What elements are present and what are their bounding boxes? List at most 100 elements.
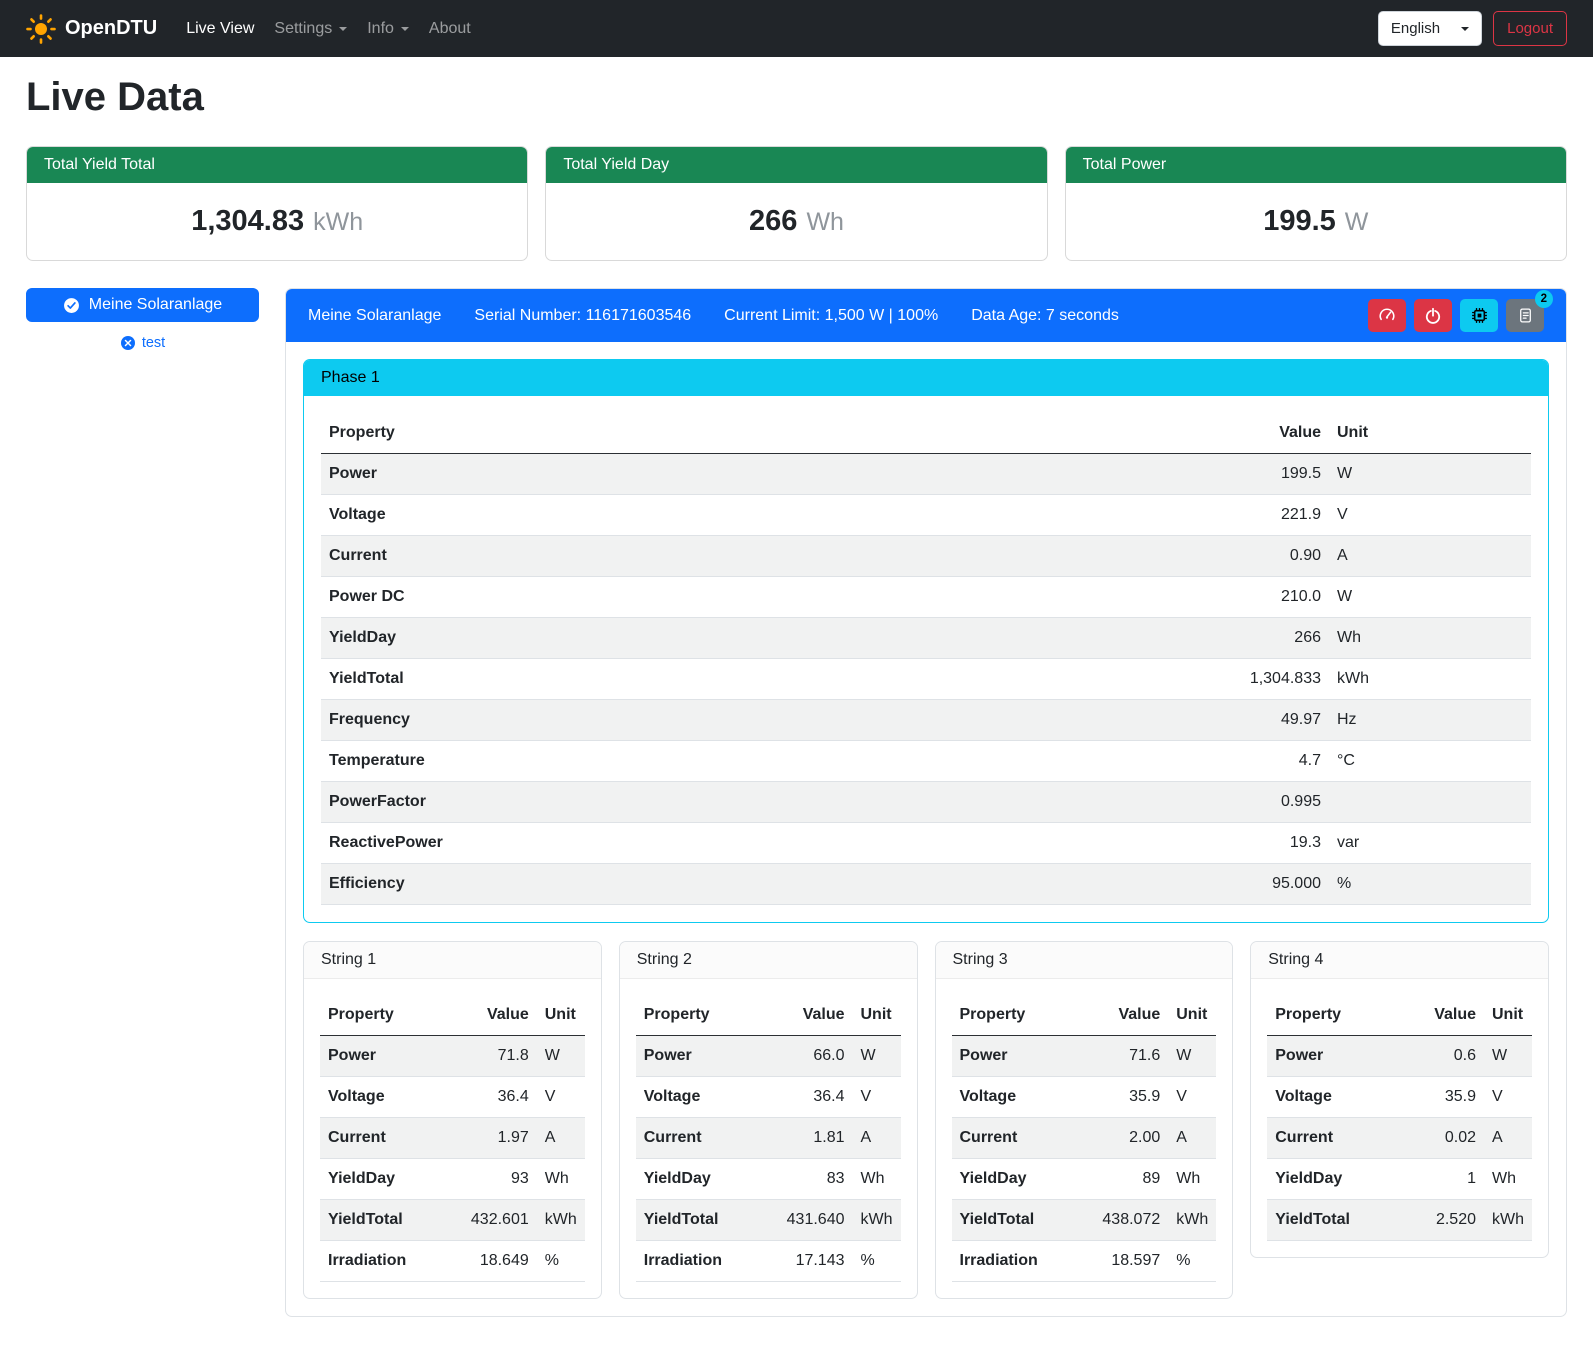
property-cell: Power DC [321,577,1189,618]
cpu-icon [1470,306,1489,325]
col-header-value: Value [1094,995,1168,1036]
phase-table: Property Value Unit Power199.5WVoltage22… [321,413,1531,905]
table-row: Frequency49.97Hz [321,700,1531,741]
table-row: YieldDay93Wh [320,1159,585,1200]
property-cell: Current [952,1118,1095,1159]
property-cell: Voltage [1267,1077,1410,1118]
property-cell: Power [636,1036,779,1077]
test-link-label: test [142,335,165,351]
table-row: Voltage36.4V [636,1077,901,1118]
value-cell: 266 [1189,618,1329,659]
summary-card-title: Total Power [1066,147,1566,183]
value-cell: 2.520 [1410,1200,1484,1241]
value-cell: 36.4 [463,1077,537,1118]
value-cell: 432.601 [463,1200,537,1241]
summary-card-unit: W [1345,208,1369,237]
table-row: ReactivePower19.3var [321,823,1531,864]
property-cell: YieldTotal [321,659,1189,700]
property-cell: Current [1267,1118,1410,1159]
property-cell: YieldTotal [952,1200,1095,1241]
unit-cell: W [853,1036,901,1077]
language-label: English [1391,20,1440,37]
property-cell: Temperature [321,741,1189,782]
inverter-select-button[interactable]: Meine Solaranlage [26,288,259,322]
nav-item-settings[interactable]: Settings [265,12,356,46]
col-header-property: Property [952,995,1095,1036]
property-cell: Voltage [320,1077,463,1118]
chevron-down-icon [339,27,347,31]
table-row: Current1.97A [320,1118,585,1159]
property-cell: Voltage [321,495,1189,536]
table-row: YieldTotal1,304.833kWh [321,659,1531,700]
main-content: Live Data Total Yield Total 1,304.83 kWh… [0,75,1593,1347]
unit-cell: % [537,1241,585,1282]
nav-item-about[interactable]: About [420,12,480,46]
table-row: Current2.00A [952,1118,1217,1159]
nav-item-info[interactable]: Info [358,12,418,46]
unit-cell: A [1168,1118,1216,1159]
device-info-button[interactable] [1460,299,1498,332]
table-row: Temperature4.7°C [321,741,1531,782]
unit-cell: W [1168,1036,1216,1077]
logout-button[interactable]: Logout [1493,11,1567,46]
sun-icon [26,14,56,44]
unit-cell: V [1484,1077,1532,1118]
table-row: Voltage221.9V [321,495,1531,536]
power-control-button[interactable] [1414,299,1452,332]
nav-item-live-view[interactable]: Live View [177,12,263,46]
string-table-body: Power71.8WVoltage36.4VCurrent1.97AYieldD… [320,1036,585,1282]
unit-cell: °C [1329,741,1531,782]
summary-cards: Total Yield Total 1,304.83 kWh Total Yie… [26,146,1567,261]
unit-cell: V [1329,495,1531,536]
value-cell: 66.0 [779,1036,853,1077]
string-table-body: Power0.6WVoltage35.9VCurrent0.02AYieldDa… [1267,1036,1532,1241]
gauge-icon [1378,307,1396,325]
journal-icon [1517,307,1534,324]
inverter-serial: Serial Number: 116171603546 [474,307,691,325]
language-select[interactable]: English [1378,11,1482,46]
value-cell: 2.00 [1094,1118,1168,1159]
unit-cell: A [537,1118,585,1159]
unit-cell: W [1484,1036,1532,1077]
string-card: String 2 Property Value Unit Power66.0WV… [619,941,918,1299]
summary-card-title: Total Yield Total [27,147,527,183]
value-cell: 36.4 [779,1077,853,1118]
summary-card-unit: Wh [806,208,844,237]
value-cell: 199.5 [1189,454,1329,495]
inverter-panel: Meine Solaranlage Serial Number: 1161716… [285,288,1567,1317]
string-card: String 1 Property Value Unit Power71.8WV… [303,941,602,1299]
unit-cell: Wh [1168,1159,1216,1200]
unit-cell: kWh [1168,1200,1216,1241]
value-cell: 17.143 [779,1241,853,1282]
col-header-unit: Unit [537,995,585,1036]
value-cell: 0.02 [1410,1118,1484,1159]
inverter-limit: Current Limit: 1,500 W | 100% [724,307,938,325]
event-log-button[interactable]: 2 [1506,299,1544,332]
value-cell: 93 [463,1159,537,1200]
value-cell: 1 [1410,1159,1484,1200]
unit-cell: kWh [1484,1200,1532,1241]
inverter-select-label: Meine Solaranlage [89,296,222,314]
inverter-meta: Meine Solaranlage Serial Number: 1161716… [308,307,1119,325]
table-header-row: Property Value Unit [636,995,901,1036]
strings-row: String 1 Property Value Unit Power71.8WV… [303,941,1549,1299]
property-cell: YieldDay [321,618,1189,659]
table-row: YieldTotal432.601kWh [320,1200,585,1241]
summary-card-total-yield-total: Total Yield Total 1,304.83 kWh [26,146,528,261]
summary-card-title: Total Yield Day [546,147,1046,183]
table-header-row: Property Value Unit [952,995,1217,1036]
check-circle-icon [63,297,80,314]
property-cell: Voltage [636,1077,779,1118]
brand[interactable]: OpenDTU [26,14,157,44]
table-row: Power199.5W [321,454,1531,495]
property-cell: Voltage [952,1077,1095,1118]
phase-card-title: Phase 1 [304,360,1548,396]
chevron-down-icon [401,27,409,31]
inverter-sidebar: Meine Solaranlage test [26,288,259,351]
test-link[interactable]: test [26,335,259,351]
property-cell: Efficiency [321,864,1189,905]
unit-cell: A [1484,1118,1532,1159]
navbar: OpenDTU Live View Settings Info About En… [0,0,1593,57]
table-row: Irradiation17.143% [636,1241,901,1282]
limit-settings-button[interactable] [1368,299,1406,332]
